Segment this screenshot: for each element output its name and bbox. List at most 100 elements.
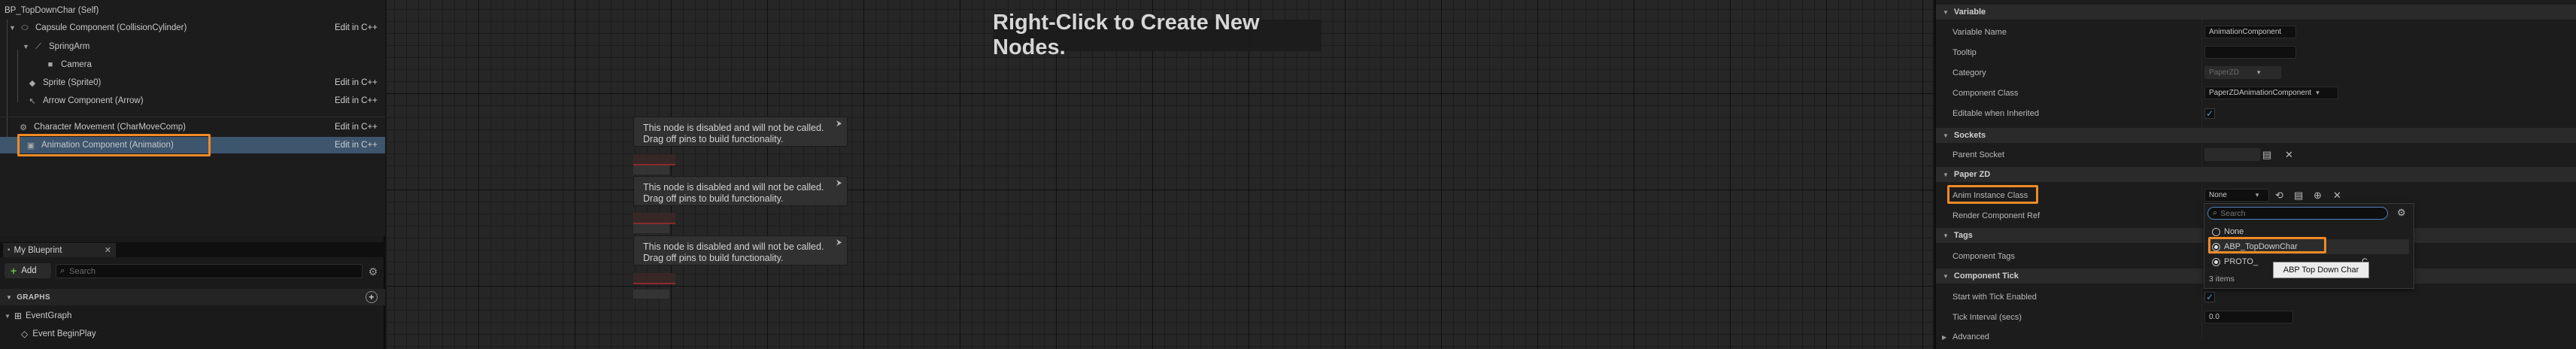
edit-in-cpp-link[interactable]: Edit in C++ <box>335 23 378 32</box>
editable-inherited-checkbox[interactable]: ✓ <box>2204 108 2215 119</box>
disabled-node[interactable]: This node is disabled and will not be ca… <box>633 117 848 147</box>
prop-editable-inherited: Editable when Inherited ✓ <box>1936 103 2576 123</box>
collapse-arrow-icon[interactable]: ▼ <box>1943 132 1949 139</box>
option-label: PROTO_ <box>2224 257 2259 266</box>
category-dropdown: PaperZD ▾ <box>2204 66 2281 79</box>
expand-arrow-icon[interactable]: ▼ <box>23 43 30 50</box>
component-arrow[interactable]: ↖ Arrow Component (Arrow) Edit in C++ <box>0 93 385 109</box>
expand-arrow-icon[interactable]: ▼ <box>9 24 17 32</box>
edit-in-cpp-link[interactable]: Edit in C++ <box>335 78 378 87</box>
expand-arrow-icon[interactable]: ▶ <box>1942 334 1946 341</box>
radio-icon <box>2212 242 2220 251</box>
tree-item-eventgraph[interactable]: ▼ ⊞ EventGraph <box>0 308 385 324</box>
category-label: Variable <box>1953 8 1986 17</box>
parent-socket-field[interactable] <box>2204 148 2260 161</box>
prop-category: Category PaperZD ▾ <box>1936 62 2576 83</box>
plus-icon: + <box>11 265 17 277</box>
node-text-line: Drag off pins to build functionality. <box>643 193 784 204</box>
prop-label: Start with Tick Enabled <box>1952 292 2037 302</box>
tab-label: My Blueprint <box>14 245 62 255</box>
component-label: Camera <box>61 60 92 69</box>
eventgraph-label: EventGraph <box>25 311 72 320</box>
picker-search-input[interactable]: ⌕ Search <box>2207 207 2388 220</box>
disabled-node[interactable]: This node is disabled and will not be ca… <box>633 235 848 266</box>
node-text: This node is disabled and will not be ca… <box>643 123 824 145</box>
component-sprite[interactable]: ◆ Sprite (Sprite0) Edit in C++ <box>0 74 385 91</box>
event-icon: ◇ <box>21 329 29 339</box>
tab-my-blueprint[interactable]: ▪ My Blueprint ✕ <box>3 243 116 257</box>
category-variable[interactable]: ▼ Variable <box>1936 5 2576 20</box>
component-animation[interactable]: ▣ Animation Component (Animation) Edit i… <box>0 137 385 153</box>
node-fragment <box>633 213 675 224</box>
prop-label: Category <box>1952 68 1986 77</box>
tree-item-event-beginplay[interactable]: ◇ Event BeginPlay <box>0 326 385 342</box>
gear-icon[interactable]: ⚙ <box>2397 207 2406 219</box>
components-tree: BP_TopDownChar (Self) ▼ ⬭ Capsule Compon… <box>0 0 385 236</box>
collapse-arrow-icon[interactable]: ▼ <box>1943 171 1949 178</box>
prop-label: Editable when Inherited <box>1952 108 2039 118</box>
details-panel: ▼ Variable Variable Name AnimationCompon… <box>1934 0 2576 349</box>
disabled-node[interactable]: This node is disabled and will not be ca… <box>633 176 848 206</box>
category-paper-zd[interactable]: ▼ Paper ZD <box>1936 167 2576 182</box>
component-class-dropdown[interactable]: PaperZDAnimationComponent ▾ <box>2204 86 2338 99</box>
component-camera[interactable]: ■ Camera <box>0 56 385 73</box>
anim-instance-class-dropdown[interactable]: None ▾ <box>2204 189 2269 202</box>
prop-label: Tick Interval (secs) <box>1952 312 2022 322</box>
gear-icon[interactable]: ⚙ <box>367 266 379 278</box>
collapse-arrow-icon[interactable]: ▼ <box>6 294 12 301</box>
add-graph-icon[interactable]: + <box>366 291 378 303</box>
search-placeholder: Search <box>69 266 96 276</box>
variable-name-value: AnimationComponent <box>2209 28 2282 36</box>
advanced-toggle[interactable]: ▶ Advanced <box>1936 328 2576 346</box>
blueprint-search-input[interactable]: ⌕ Search <box>56 264 363 278</box>
advanced-label: Advanced <box>1952 332 1989 341</box>
node-text-line: Drag off pins to build functionality. <box>643 134 784 144</box>
prop-label: Component Tags <box>1952 251 2015 261</box>
component-character-movement[interactable]: ⚙ Character Movement (CharMoveComp) Edit… <box>0 119 385 135</box>
edit-in-cpp-link[interactable]: Edit in C++ <box>335 96 378 105</box>
node-fragment <box>633 224 669 233</box>
arrow-icon: ↖ <box>29 96 36 106</box>
picker-option[interactable]: None <box>2207 224 2409 239</box>
clear-icon[interactable]: ✕ <box>2333 190 2341 202</box>
add-icon[interactable]: ⊕ <box>2314 190 2322 202</box>
clear-icon[interactable]: ✕ <box>2285 149 2293 161</box>
component-label: Character Movement (CharMoveComp) <box>34 123 186 132</box>
node-text-line: This node is disabled and will not be ca… <box>643 241 824 252</box>
option-tooltip: ABP Top Down Char <box>2273 262 2369 278</box>
edit-in-cpp-link[interactable]: Edit in C++ <box>335 123 378 132</box>
component-label: Sprite (Sprite0) <box>43 78 102 87</box>
component-capsule[interactable]: ▼ ⬭ Capsule Component (CollisionCylinder… <box>0 20 385 36</box>
node-pin-icon[interactable]: ⮞ <box>836 238 844 249</box>
component-springarm[interactable]: ▼ ⟋ SpringArm <box>0 38 385 55</box>
tooltip-field[interactable] <box>2204 46 2296 59</box>
tick-interval-field[interactable]: 0.0 <box>2204 311 2293 323</box>
use-selected-icon[interactable]: ⟲ <box>2275 190 2283 202</box>
category-label: Component Tick <box>1953 272 2019 281</box>
node-pin-icon[interactable]: ⮞ <box>836 120 844 130</box>
graphs-section-header[interactable]: ▼ GRAPHS + <box>0 289 385 305</box>
browse-icon[interactable]: ▤ <box>2294 190 2303 202</box>
browse-icon[interactable]: ▤ <box>2262 149 2271 161</box>
edit-in-cpp-link[interactable]: Edit in C++ <box>335 141 378 150</box>
picker-search-placeholder: Search <box>2220 208 2246 218</box>
close-icon[interactable]: ✕ <box>105 245 111 255</box>
category-sockets[interactable]: ▼ Sockets <box>1936 128 2576 143</box>
component-root[interactable]: BP_TopDownChar (Self) <box>0 2 385 19</box>
node-fragment <box>633 290 669 299</box>
collapse-arrow-icon[interactable]: ▼ <box>1943 232 1949 239</box>
add-button[interactable]: + Add <box>5 263 51 278</box>
collapse-arrow-icon[interactable]: ▼ <box>1943 273 1949 280</box>
node-text-line: Drag off pins to build functionality. <box>643 253 784 263</box>
variable-name-field[interactable]: AnimationComponent <box>2204 26 2296 38</box>
expand-arrow-icon[interactable]: ▼ <box>5 313 11 320</box>
node-pin-icon[interactable]: ⮞ <box>836 179 844 190</box>
picker-option[interactable]: ABP_TopDownChar <box>2207 239 2409 254</box>
component-label: Capsule Component (CollisionCylinder) <box>35 23 187 32</box>
collapse-arrow-icon[interactable]: ▼ <box>1943 9 1949 16</box>
root-label: BP_TopDownChar (Self) <box>5 6 99 15</box>
dropdown-arrow-icon: ▾ <box>2255 191 2259 199</box>
category-value: PaperZD <box>2209 68 2240 77</box>
start-tick-checkbox[interactable]: ✓ <box>2204 291 2215 302</box>
component-label: SpringArm <box>49 42 90 51</box>
